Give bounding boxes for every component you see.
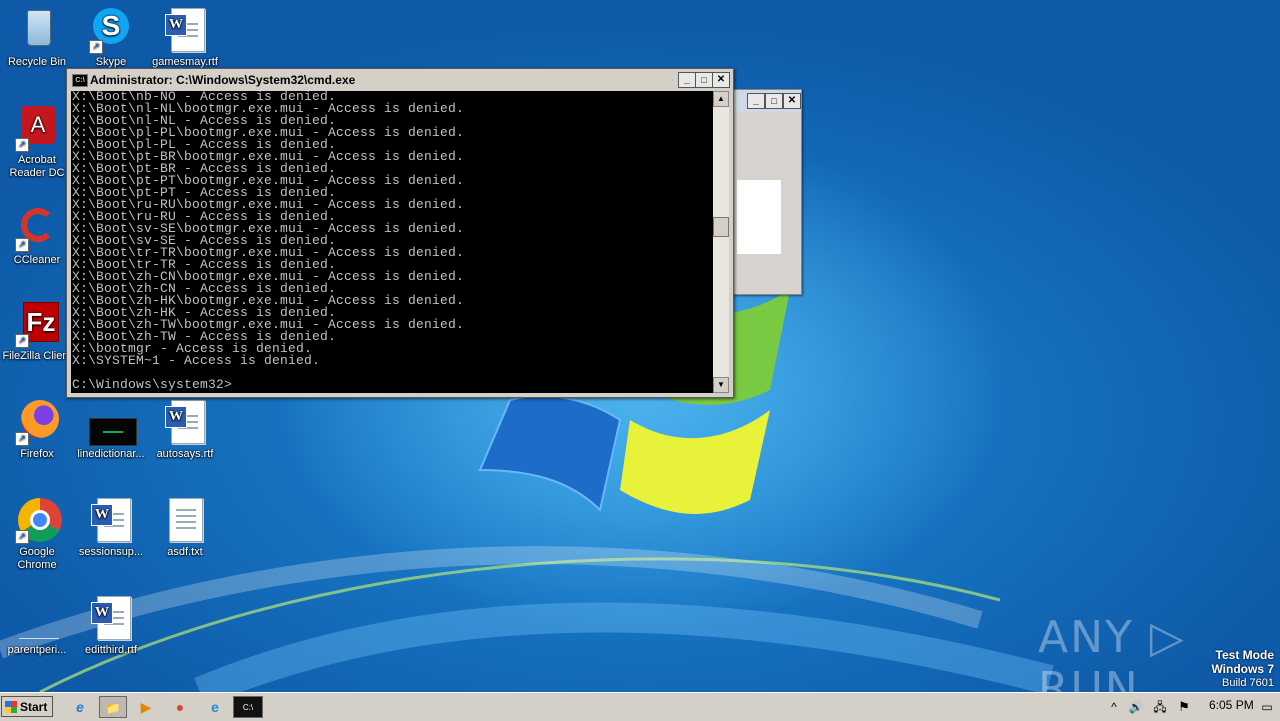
scroll-up-button[interactable]: ▲ [713, 91, 729, 107]
file-explorer-icon[interactable]: 📁 [99, 696, 127, 718]
console-scrollbar[interactable]: ▲ ▼ [713, 91, 729, 393]
desktop-icon-linedictionar[interactable]: linedictionar... [74, 398, 148, 461]
test-mode-line1: Test Mode [1215, 648, 1274, 662]
taskbar-clock[interactable]: 6:05 PM [1209, 698, 1254, 712]
internet-explorer-icon[interactable]: e [68, 696, 92, 718]
desktop-icon-acrobat[interactable]: A ↗ Acrobat Reader DC [0, 104, 74, 180]
shortcut-arrow-icon: ↗ [15, 138, 29, 152]
minimize-button[interactable]: _ [747, 93, 765, 109]
firefox-icon: ↗ [13, 398, 61, 446]
text-file-icon [161, 496, 209, 544]
desktop-icon-autosays[interactable]: W autosays.rtf [148, 398, 222, 461]
desktop-icon-filezilla[interactable]: Fz ↗ FileZilla Client [0, 300, 74, 363]
cmd-titlebar[interactable]: C:\ Administrator: C:\Windows\System32\c… [70, 72, 730, 88]
show-desktop-icon[interactable]: ▭ [1258, 696, 1276, 718]
recycle-bin-icon [13, 6, 61, 54]
test-mode-line3: Build 7601 [1222, 677, 1274, 689]
desktop-icon-editthird[interactable]: W editthird.rtf [74, 594, 148, 657]
shortcut-arrow-icon: ↗ [15, 238, 29, 252]
action-center-flag-icon[interactable]: ⚑ [1174, 696, 1194, 718]
desktop-icon-recycle-bin[interactable]: Recycle Bin [0, 6, 74, 69]
skype-icon: S ↗ [87, 6, 135, 54]
cmd-window[interactable]: C:\ Administrator: C:\Windows\System32\c… [66, 68, 734, 398]
desktop-icon-ccleaner[interactable]: ↗ CCleaner [0, 204, 74, 267]
windows-flag-icon [5, 701, 17, 713]
shortcut-arrow-icon: ↗ [89, 40, 103, 54]
acrobat-icon: A ↗ [13, 104, 61, 152]
scroll-thumb[interactable] [713, 217, 729, 237]
ccleaner-icon: ↗ [13, 204, 61, 252]
word-document-icon: W [87, 594, 135, 642]
shortcut-arrow-icon: ↗ [15, 334, 29, 348]
background-window-content [737, 180, 781, 254]
background-window[interactable]: _ □ ✕ [732, 89, 802, 295]
cmd-close-button[interactable]: ✕ [712, 72, 730, 88]
blank-file-icon [13, 594, 61, 642]
volume-icon[interactable]: 🔊 [1126, 696, 1146, 718]
taskbar: Start e 📁 ▶ ● e C:\ ^ 🔊 🖧 ⚑ ▭ [0, 692, 1280, 721]
desktop-icon-parentperi[interactable]: parentperi... [0, 594, 74, 657]
start-button[interactable]: Start [1, 696, 53, 717]
test-mode-line2: Windows 7 [1211, 662, 1274, 676]
tray-expand-icon[interactable]: ^ [1106, 696, 1122, 718]
black-file-icon [87, 398, 137, 446]
chrome-taskbar-icon[interactable]: ● [168, 696, 192, 718]
test-mode-notice: Test Mode Windows 7 Build 7601 [1211, 648, 1274, 690]
media-player-icon[interactable]: ▶ [134, 696, 158, 718]
network-icon[interactable]: 🖧 [1150, 696, 1170, 718]
desktop-icon-gamesmay[interactable]: W gamesmay.rtf [148, 6, 222, 69]
start-label: Start [20, 700, 48, 714]
cmd-taskbar-button[interactable]: C:\ [233, 696, 263, 718]
console-output-area[interactable]: X:\Boot\nb-NO - Access is denied. X:\Boo… [71, 91, 713, 393]
cmd-icon: C:\ [72, 74, 88, 87]
cmd-minimize-button[interactable]: _ [678, 72, 696, 88]
word-document-icon: W [161, 6, 209, 54]
desktop-icon-skype[interactable]: S ↗ Skype [74, 6, 148, 69]
close-button[interactable]: ✕ [783, 93, 801, 109]
shortcut-arrow-icon: ↗ [15, 432, 29, 446]
cmd-title: Administrator: C:\Windows\System32\cmd.e… [90, 73, 356, 87]
filezilla-icon: Fz ↗ [13, 300, 61, 348]
console-text: X:\Boot\nb-NO - Access is denied. X:\Boo… [72, 91, 465, 392]
scroll-down-button[interactable]: ▼ [713, 377, 729, 393]
cmd-maximize-button[interactable]: □ [695, 72, 713, 88]
edge-icon[interactable]: e [203, 696, 227, 718]
desktop-icon-sessionsup[interactable]: W sessionsup... [74, 496, 148, 559]
desktop-icon-chrome[interactable]: ↗ Google Chrome [0, 496, 74, 572]
chrome-icon: ↗ [13, 496, 62, 544]
desktop-icon-firefox[interactable]: ↗ Firefox [0, 398, 74, 461]
word-document-icon: W [87, 496, 135, 544]
word-document-icon: W [161, 398, 209, 446]
desktop-icon-asdf[interactable]: asdf.txt [148, 496, 222, 559]
maximize-button[interactable]: □ [765, 93, 783, 109]
shortcut-arrow-icon: ↗ [15, 530, 29, 544]
